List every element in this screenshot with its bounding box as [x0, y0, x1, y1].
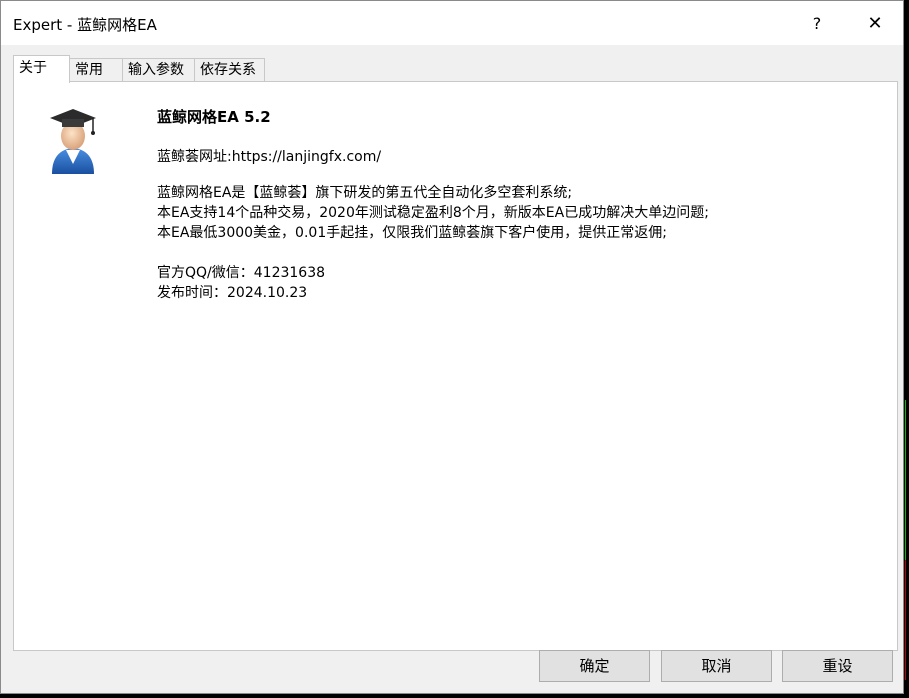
- description-line: 本EA最低3000美金，0.01手起挂，仅限我们蓝鲸荟旗下客户使用，提供正常返佣…: [157, 225, 667, 241]
- title-bar: Expert - 蓝鲸网格EA ? ✕: [1, 1, 903, 45]
- close-icon: ✕: [867, 13, 883, 34]
- expert-dialog: Expert - 蓝鲸网格EA ? ✕ 关于 常用 输入参数 依存关系 蓝鲸网格…: [0, 0, 904, 694]
- tab-inputs[interactable]: 输入参数: [122, 58, 195, 81]
- window-title: Expert - 蓝鲸网格EA: [13, 16, 157, 34]
- about-panel: 蓝鲸网格EA 5.2 蓝鲸荟网址:https://lanjingfx.com/ …: [13, 81, 898, 651]
- contact-qq: 官方QQ/微信：41231638: [157, 265, 326, 281]
- description-line: 蓝鲸网格EA是【蓝鲸荟】旗下研发的第五代全自动化多空套利系统;: [157, 185, 573, 201]
- tab-dependencies[interactable]: 依存关系: [194, 58, 265, 81]
- tab-common[interactable]: 常用: [69, 58, 123, 81]
- help-button[interactable]: ?: [793, 5, 841, 43]
- close-button[interactable]: ✕: [851, 5, 899, 43]
- graduate-user-icon: [50, 109, 96, 174]
- description: 蓝鲸网格EA是【蓝鲸荟】旗下研发的第五代全自动化多空套利系统; 本EA支持14个…: [157, 183, 709, 243]
- tab-about[interactable]: 关于: [13, 55, 70, 83]
- ea-title: 蓝鲸网格EA 5.2: [157, 108, 271, 126]
- contact-info: 官方QQ/微信：41231638 发布时间：2024.10.23: [157, 263, 325, 303]
- website-text: 蓝鲸荟网址:https://lanjingfx.com/: [157, 149, 382, 165]
- description-line: 本EA支持14个品种交易，2020年测试稳定盈利8个月，新版本EA已成功解决大单…: [157, 205, 709, 221]
- ok-button[interactable]: 确定: [539, 650, 650, 682]
- reset-button[interactable]: 重设: [782, 650, 893, 682]
- chart-background-red-line: [905, 560, 906, 680]
- cancel-button[interactable]: 取消: [661, 650, 772, 682]
- release-date: 发布时间：2024.10.23: [157, 285, 308, 301]
